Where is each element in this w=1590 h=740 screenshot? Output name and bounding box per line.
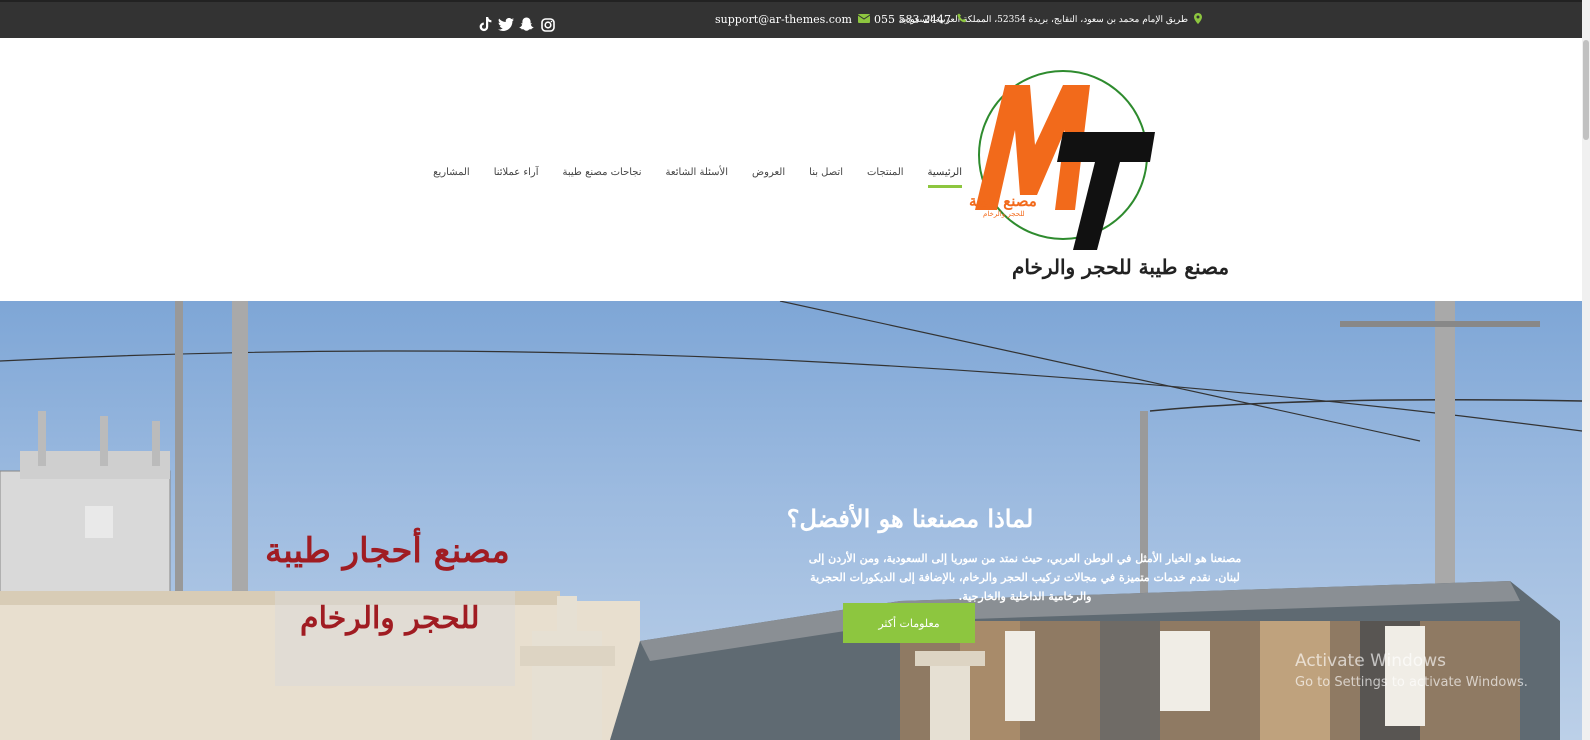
activate-windows-watermark: Activate Windows Go to Settings to activ… — [1295, 651, 1528, 690]
phone-item[interactable]: 055 583 2447 — [874, 13, 967, 26]
phone-text[interactable]: 055 583 2447 — [874, 13, 951, 26]
watermark-line-1: Activate Windows — [1295, 651, 1446, 671]
nav-item-home[interactable]: الرئيسية — [927, 167, 963, 188]
logo-mark — [975, 70, 1155, 250]
hero-section: مصنع أحجار طيبة للحجر والرخام لماذا مصنع… — [0, 301, 1582, 740]
hero-text: مصنعنا هو الخيار الأمثل في الوطن العربي،… — [808, 552, 1242, 603]
nav-item-projects[interactable]: المشاريع — [433, 167, 470, 178]
nav-item-testimonials[interactable]: آراء عملائنا — [494, 167, 539, 178]
logo-sub-text: مصنع طيبة — [969, 192, 1037, 210]
email-text[interactable]: support@ar-themes.com — [715, 13, 852, 26]
social-links — [476, 16, 556, 33]
nav-item-faq[interactable]: الأسئلة الشائعة — [666, 167, 729, 178]
tiktok-icon[interactable] — [476, 16, 493, 33]
sign-line-1: مصنع أحجار طيبة — [265, 531, 510, 571]
snapchat-icon[interactable] — [518, 16, 535, 33]
logo-sub-small: للحجر والرخام — [983, 210, 1025, 218]
phone-icon — [957, 13, 967, 26]
watermark-line-2: Go to Settings to activate Windows. — [1295, 675, 1528, 690]
site-logo[interactable]: مصنع طيبة للحجر والرخام — [969, 70, 1175, 285]
nav-item-products[interactable]: المنتجات — [867, 167, 904, 178]
sign-line-2: للحجر والرخام — [300, 601, 480, 636]
scrollbar-thumb[interactable] — [1583, 40, 1589, 140]
hero-title: لماذا مصنعنا هو الأفضل؟ — [786, 504, 1034, 533]
envelope-icon — [857, 13, 871, 26]
twitter-icon[interactable] — [497, 16, 514, 33]
instagram-icon[interactable] — [539, 16, 556, 33]
nav-item-offers[interactable]: العروض — [752, 167, 785, 178]
nav-item-contact[interactable]: اتصل بنا — [809, 167, 843, 178]
logo-caption: مصنع طيبة للحجر والرخام — [1012, 255, 1230, 279]
map-marker-icon — [1194, 13, 1202, 27]
site-header: الرئيسية المنتجات اتصل بنا العروض الأسئل… — [0, 38, 1582, 301]
email-item[interactable]: support@ar-themes.com — [715, 13, 871, 26]
page-scrollbar[interactable] — [1582, 0, 1590, 740]
main-nav: الرئيسية المنتجات اتصل بنا العروض الأسئل… — [433, 167, 963, 188]
nav-item-successes[interactable]: نجاحات مصنع طيبة — [563, 167, 642, 178]
more-info-button[interactable]: معلومات أكثر — [843, 603, 975, 643]
top-bar: طريق الإمام محمد بن سعود، التقايج، بريدة… — [0, 0, 1590, 38]
